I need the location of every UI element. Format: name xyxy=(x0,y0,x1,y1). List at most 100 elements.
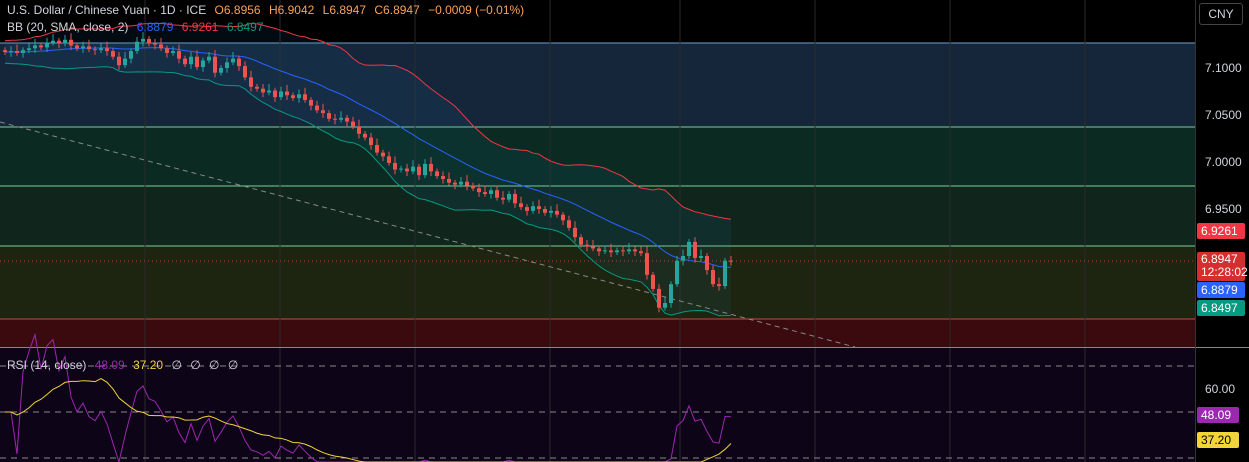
candle-body xyxy=(219,68,223,73)
rsi-label: RSI (14, close) xyxy=(7,358,87,372)
candle-body xyxy=(705,256,709,271)
candle-body xyxy=(27,48,31,51)
bb-lower-tag: 6.8497 xyxy=(1197,300,1245,316)
candle-body xyxy=(351,121,355,127)
candle-body xyxy=(105,48,109,52)
candle-body xyxy=(579,237,583,245)
candle-body xyxy=(633,249,637,252)
candle-body xyxy=(171,51,175,53)
candle-body xyxy=(627,249,631,252)
candle-body xyxy=(243,66,247,78)
candle-body xyxy=(285,91,289,96)
candle-body xyxy=(717,284,721,287)
candle-body xyxy=(543,209,547,213)
rsi-extra: ∅ xyxy=(209,358,220,372)
bb-basis-tag: 6.8879 xyxy=(1197,282,1245,298)
candle-body xyxy=(663,303,667,308)
candle-body xyxy=(51,40,55,43)
candle-body xyxy=(387,156,391,163)
candle-body xyxy=(363,133,367,138)
candle-body xyxy=(555,210,559,215)
price-axis-label: 7.0000 xyxy=(1205,155,1242,169)
candle-body xyxy=(291,95,295,99)
candle-body xyxy=(123,58,127,66)
candle-body xyxy=(729,260,733,262)
candle-body xyxy=(489,190,493,194)
candle-body xyxy=(267,90,271,93)
candle-body xyxy=(501,197,505,200)
candle-body xyxy=(561,214,565,221)
rsi-tag: 48.09 xyxy=(1197,407,1239,423)
candle-body xyxy=(303,94,307,100)
price-axis-label: 7.1000 xyxy=(1205,61,1242,75)
candle-body xyxy=(447,178,451,183)
candle-body xyxy=(315,105,319,111)
price-chart[interactable] xyxy=(0,0,1249,462)
candle-body xyxy=(417,166,421,176)
candle-body xyxy=(183,58,187,65)
candle-body xyxy=(147,38,151,44)
candle-body xyxy=(165,48,169,53)
rsi-legend[interactable]: RSI (14, close) 48.09 37.20 ∅ ∅ ∅ ∅ xyxy=(7,358,243,372)
candle-body xyxy=(39,45,43,48)
candle-body xyxy=(345,117,349,122)
candle-body xyxy=(537,206,541,209)
candle-body xyxy=(675,260,679,285)
candle-body xyxy=(3,50,7,53)
candle-body xyxy=(135,41,139,52)
candle-body xyxy=(231,58,235,63)
candle-body xyxy=(21,50,25,53)
rsi-extra: ∅ xyxy=(171,358,182,372)
candle-body xyxy=(141,38,145,42)
candle-body xyxy=(117,56,121,66)
candle-body xyxy=(615,250,619,253)
candle-body xyxy=(333,118,337,120)
candle-body xyxy=(87,46,91,50)
currency-button[interactable]: CNY xyxy=(1199,3,1243,25)
bb-lower-value: 6.8497 xyxy=(226,20,264,34)
rsi-extra: ∅ xyxy=(190,358,201,372)
candle-body xyxy=(57,40,61,44)
candle-body xyxy=(321,110,325,114)
rsi-value: 48.09 xyxy=(94,358,125,372)
candle-body xyxy=(327,113,331,119)
candle-body xyxy=(369,137,373,146)
candle-body xyxy=(687,241,691,256)
symbol-title: U.S. Dollar / Chinese Yuan · 1D · ICE xyxy=(7,3,207,17)
candle-body xyxy=(381,152,385,157)
rsi-ma-tag: 37.20 xyxy=(1197,432,1239,448)
candle-body xyxy=(129,51,133,59)
candle-body xyxy=(567,220,571,228)
candle-body xyxy=(459,181,463,185)
candle-body xyxy=(597,248,601,252)
candle-body xyxy=(69,39,73,46)
candle-body xyxy=(435,171,439,177)
candle-body xyxy=(483,192,487,194)
candle-body xyxy=(609,250,613,253)
candle-body xyxy=(159,44,163,49)
candle-body xyxy=(585,244,589,247)
candle-body xyxy=(453,182,457,185)
candle-body xyxy=(63,39,67,44)
candle-body xyxy=(531,206,535,211)
candle-body xyxy=(309,99,313,106)
candle-body xyxy=(15,51,19,53)
candle-body xyxy=(405,168,409,172)
candle-body xyxy=(723,260,727,287)
candle-body xyxy=(441,176,445,179)
open-value: O6.8956 xyxy=(214,3,261,17)
price-axis-label: 7.0500 xyxy=(1205,108,1242,122)
candle-body xyxy=(711,270,715,285)
candle-body xyxy=(213,56,217,73)
candle-body xyxy=(507,193,511,200)
bb-upper-value: 6.9261 xyxy=(181,20,219,34)
candle-body xyxy=(33,45,37,49)
bb-legend[interactable]: BB (20, SMA, close, 2) 6.8879 6.9261 6.8… xyxy=(7,20,269,34)
chart-window: U.S. Dollar / Chinese Yuan · 1D · ICE O6… xyxy=(0,0,1249,462)
candle-body xyxy=(525,207,529,211)
high-value: H6.9042 xyxy=(268,3,315,17)
candle-body xyxy=(339,117,343,120)
candle-body xyxy=(429,163,433,172)
candle-body xyxy=(225,62,229,68)
candle-body xyxy=(495,190,499,198)
